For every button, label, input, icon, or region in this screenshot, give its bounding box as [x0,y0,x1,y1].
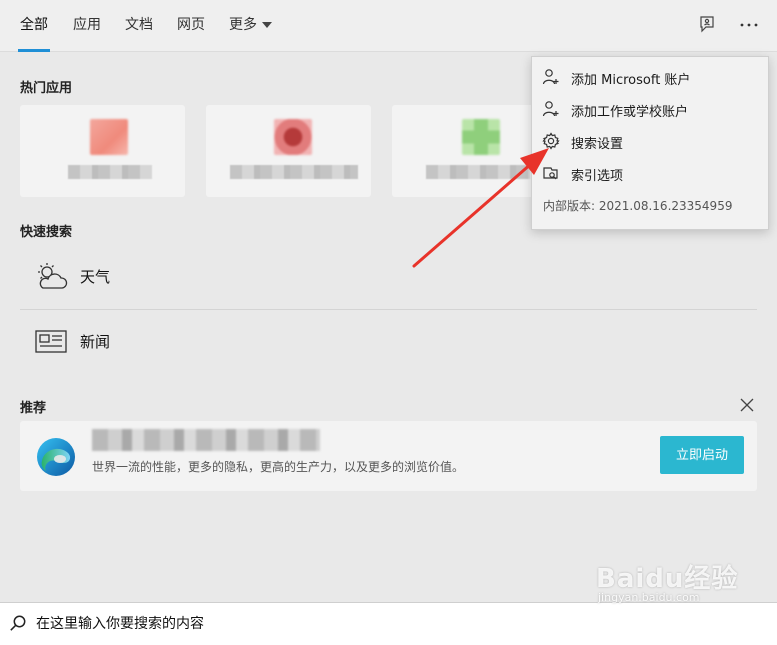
divider [20,309,757,310]
tab-documents[interactable]: 文档 [115,0,163,52]
menu-item-label: 搜索设置 [571,137,624,152]
baidu-jingyan-watermark: Baidu经验 jingyan.baidu.com [596,558,776,604]
app-name-blurred [426,165,530,179]
app-name-blurred [230,165,358,179]
tab-web[interactable]: 网页 [167,0,215,52]
tab-web-label: 网页 [177,17,205,33]
tab-more[interactable]: 更多 [219,0,282,52]
weather-icon [34,261,70,293]
quick-search-weather-label: 天气 [80,268,111,286]
quick-search-weather[interactable]: 天气 [20,247,757,307]
hot-apps-title: 热门应用 [20,81,73,96]
add-user-icon [542,100,560,118]
menu-item-add-work-account[interactable]: 添加工作或学校账户 [532,93,768,125]
quick-search-news[interactable]: 新闻 [20,312,757,372]
tab-more-label: 更多 [229,17,257,33]
recommend-description: 世界一流的性能，更多的隐私，更高的生产力，以及更多的浏览价值。 [92,460,465,474]
menu-item-add-microsoft-account[interactable]: 添加 Microsoft 账户 [532,61,768,93]
tab-all[interactable]: 全部 [10,0,58,52]
app-name-blurred [68,165,152,179]
recommend-title: 推荐 [20,401,47,416]
quick-search-title: 快速搜索 [20,225,73,240]
more-options-icon[interactable] [738,14,760,36]
app-icon [462,119,500,155]
recommend-title-blurred [92,429,320,451]
tab-apps[interactable]: 应用 [63,0,111,52]
tab-all-label: 全部 [20,17,48,33]
menu-item-label: 添加工作或学校账户 [571,105,689,120]
gear-icon [542,132,560,150]
app-tile[interactable] [206,105,371,197]
add-user-icon [542,68,560,86]
close-icon[interactable] [738,396,756,414]
search-icon [9,614,27,632]
edge-logo-icon [36,437,76,477]
launch-now-button[interactable]: 立即启动 [660,436,744,474]
recommend-card: 世界一流的性能，更多的隐私，更高的生产力，以及更多的浏览价值。 立即启动 [20,421,757,491]
version-text: 内部版本: 2021.08.16.23354959 [543,199,733,213]
top-nav-bar: 全部 应用 文档 网页 更多 [0,0,777,52]
menu-item-index-options[interactable]: 索引选项 [532,157,768,189]
feedback-icon[interactable] [696,14,718,36]
tab-documents-label: 文档 [125,17,153,33]
quick-search-news-label: 新闻 [80,333,111,351]
chevron-down-icon [262,22,272,28]
app-icon [90,119,128,155]
news-icon [34,326,70,358]
watermark-url: jingyan.baidu.com [598,591,700,604]
menu-item-search-settings[interactable]: 搜索设置 [532,125,768,157]
menu-item-label: 添加 Microsoft 账户 [571,73,691,88]
watermark-logo: Baidu经验 [596,564,739,594]
index-icon [542,164,560,182]
tab-apps-label: 应用 [73,17,101,33]
search-bar [0,602,777,645]
app-icon [274,119,312,155]
more-options-menu: 添加 Microsoft 账户 添加工作或学校账户 搜索设置 索引选项 内部版本… [531,56,769,230]
search-input[interactable] [36,612,576,636]
app-tile[interactable] [20,105,185,197]
menu-item-label: 索引选项 [571,169,624,184]
